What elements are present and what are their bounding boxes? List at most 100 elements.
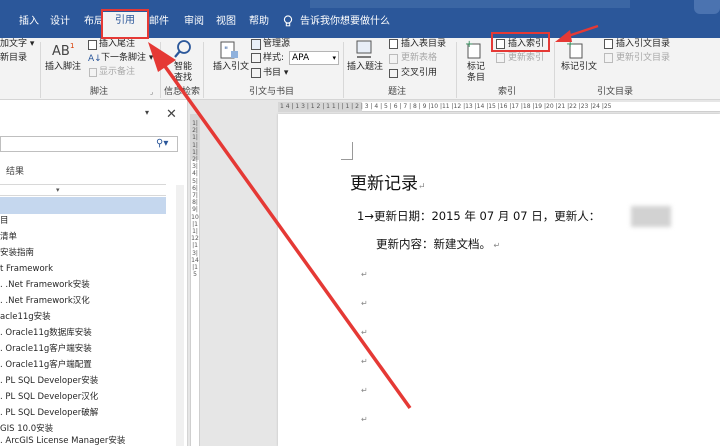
update-index-button: 更新索引: [508, 53, 545, 63]
nav-item[interactable]: t Framework: [0, 263, 53, 275]
collapse-icon: ▾: [56, 186, 60, 194]
tab-results[interactable]: 结果: [6, 164, 24, 177]
svg-text:+: +: [566, 39, 574, 50]
citation-style-value: APA: [292, 53, 310, 63]
smart-lookup-icon: [174, 39, 192, 59]
dialog-launcher-icon[interactable]: ⌟: [150, 88, 153, 96]
smart-lookup-button-line2[interactable]: 查找: [174, 73, 192, 84]
nav-scrollbar[interactable]: [176, 185, 184, 446]
margin-corner-mark: [341, 142, 353, 160]
add-text-button[interactable]: 加文字 ▾: [0, 39, 34, 50]
tab-design[interactable]: 设计: [50, 14, 70, 36]
nav-selected-item[interactable]: [0, 197, 166, 214]
nav-item[interactable]: 安装指南: [0, 247, 34, 259]
show-notes-icon: [89, 68, 97, 77]
insert-table-of-figures-button[interactable]: 插入表目录: [401, 39, 446, 50]
endnote-icon: [88, 40, 97, 50]
document-page[interactable]: [278, 114, 720, 446]
update-date-line[interactable]: 1→更新日期：2015 年 07 月 07 日，更新人：: [357, 209, 600, 223]
tab-help[interactable]: 帮助: [249, 14, 269, 36]
redacted-name: [631, 206, 671, 227]
toa-group-label: 引文目录: [597, 87, 634, 97]
group-separator: [456, 42, 457, 98]
update-toa-icon: [604, 53, 613, 63]
style-label: 样式:: [263, 53, 285, 63]
nav-item[interactable]: . PL SQL Developer破解: [0, 407, 98, 419]
group-separator: [160, 42, 161, 98]
nav-item[interactable]: GIS 10.0安装: [0, 423, 53, 435]
style-icon: [251, 53, 261, 63]
paragraph-mark-icon: ↵: [361, 270, 368, 279]
svg-text:+: +: [465, 39, 473, 50]
captions-group-label: 题注: [388, 87, 407, 97]
mark-entry-icon: +: [465, 39, 483, 59]
nav-item[interactable]: . PL SQL Developer安装: [0, 375, 98, 387]
insert-citation-button[interactable]: 插入引文: [213, 62, 249, 73]
tab-insert[interactable]: 插入: [19, 14, 39, 36]
close-icon[interactable]: ✕: [166, 108, 177, 121]
paragraph-mark-icon: ↵: [418, 182, 426, 192]
bibliography-button[interactable]: 书目 ▾: [263, 68, 288, 79]
nav-item-heading[interactable]: 目: [0, 215, 9, 227]
manage-sources-icon: [251, 39, 261, 50]
insert-caption-button[interactable]: 插入题注: [347, 62, 383, 73]
manage-sources-button[interactable]: 管理源: [263, 39, 290, 50]
smart-lookup-button[interactable]: 智能: [174, 62, 192, 73]
cross-reference-button[interactable]: 交叉引用: [401, 68, 437, 79]
mark-citation-button[interactable]: 标记引文: [561, 62, 597, 73]
nav-item[interactable]: . ArcGIS License Manager安装: [0, 435, 125, 446]
table-of-figures-icon: [389, 39, 398, 49]
insert-toa-button[interactable]: 插入引文目录: [616, 39, 670, 50]
nav-item[interactable]: . .Net Framework汉化: [0, 295, 90, 307]
account-area[interactable]: [694, 0, 720, 14]
nav-item[interactable]: . PL SQL Developer汉化: [0, 391, 98, 403]
update-index-icon: [496, 53, 505, 63]
update-content-line[interactable]: 更新内容：新建文档。 ↵: [376, 237, 500, 253]
vertical-ruler-ticks: 1|2|1|1|1|2|3|4|5|6|7|8|9|10|11|12|13|14…: [191, 120, 199, 279]
update-content-text: 更新内容：新建文档。: [376, 237, 491, 251]
horizontal-ruler-ticks: 1 4 | 1 3 | 1 2 | 1 1 | | 1 | 2 | 3 | 4 …: [280, 103, 612, 110]
nav-item[interactable]: acle11g安装: [0, 311, 51, 323]
update-toc-button[interactable]: 新目录: [0, 53, 27, 64]
paragraph-mark-icon: ↵: [361, 386, 368, 395]
tab-review[interactable]: 审阅: [184, 14, 204, 36]
nav-item[interactable]: . Oracle11g客户端安装: [0, 343, 92, 355]
mark-entry-button[interactable]: 标记: [467, 62, 485, 73]
next-footnote-button[interactable]: 下一条脚注 ▾: [101, 53, 153, 64]
ribbon: 加文字 ▾ 新目录 AB 1 插入脚注 插入尾注 A↓ 下一条脚注 ▾ 显示备注 …: [0, 38, 720, 100]
search-icon[interactable]: ⚲▾: [156, 138, 168, 150]
nav-item[interactable]: . Oracle11g客户端配置: [0, 359, 92, 371]
nav-collapse-bar[interactable]: ▾: [0, 184, 166, 196]
insert-endnote-button[interactable]: 插入尾注: [99, 39, 135, 50]
nav-item[interactable]: 清单: [0, 231, 17, 243]
document-heading[interactable]: 更新记录↵: [350, 173, 426, 198]
tab-mailings[interactable]: 邮件: [149, 14, 169, 36]
cross-reference-icon: [389, 69, 398, 78]
update-table-icon: [389, 54, 398, 64]
bibliography-icon: [251, 68, 261, 78]
nav-item[interactable]: . .Net Framework安装: [0, 279, 90, 291]
index-group-label: 索引: [498, 87, 517, 97]
nav-item[interactable]: . Oracle11g数据库安装: [0, 327, 92, 339]
chevron-down-icon[interactable]: ▾: [145, 108, 149, 117]
highlight-insert-index: [491, 32, 550, 52]
tell-me-text: 告诉我你想要做什么: [300, 16, 390, 27]
citations-group-label: 引文与书目: [249, 87, 295, 97]
insert-footnote-icon: AB 1: [52, 41, 74, 59]
update-table-button: 更新表格: [401, 53, 438, 63]
mark-entry-button-line2[interactable]: 条目: [467, 73, 485, 84]
lightbulb-icon: [283, 15, 293, 27]
heading-text: 更新记录: [350, 174, 418, 194]
word-window: 插入 设计 布局 引用 邮件 审阅 视图 帮助 告诉我你想要做什么 加文字 ▾ …: [0, 0, 720, 446]
citation-style-select[interactable]: APA ▾: [289, 51, 339, 65]
group-separator: [343, 42, 344, 98]
group-separator: [203, 42, 204, 98]
insert-citation-icon: ": [219, 41, 239, 59]
tab-view[interactable]: 视图: [216, 14, 236, 36]
insert-toa-icon: [604, 39, 613, 49]
paragraph-mark-icon: ↵: [361, 328, 368, 337]
nav-search-input[interactable]: [0, 136, 178, 152]
svg-text:AB: AB: [52, 44, 70, 59]
insert-footnote-button[interactable]: 插入脚注: [45, 62, 81, 73]
svg-text:": ": [224, 46, 228, 56]
